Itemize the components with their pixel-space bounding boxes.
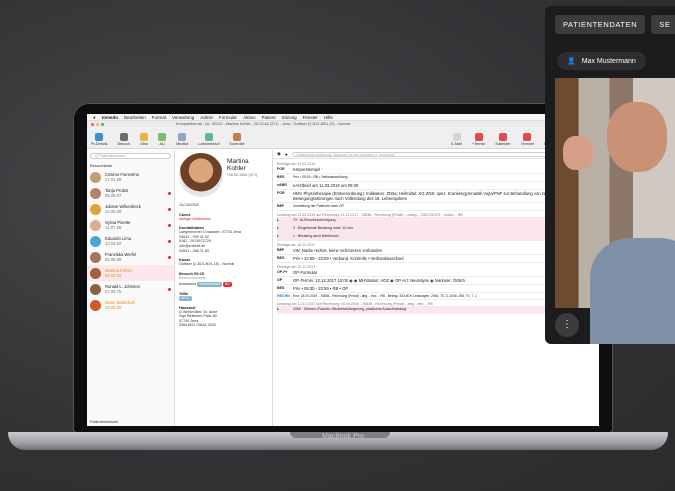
calendar-icon [499, 133, 508, 141]
apple-icon[interactable]: ● [93, 115, 96, 120]
patient-list-item[interactable]: Juliane Wilkenbeck 14.05.08 [87, 201, 174, 217]
gu-info: GU 05/2020 [179, 203, 199, 207]
team-badge: ARZT [179, 295, 192, 301]
avatar [90, 235, 101, 247]
toolbar-button[interactable]: Labomerlauf [198, 133, 220, 146]
more-options-icon[interactable]: ⋮ [555, 313, 579, 337]
practitioner-badge: BD [222, 282, 232, 287]
menu-item[interactable]: Bearbeiten [124, 115, 146, 120]
insurance-value: Gottiser (2,30/1,80/1,15) - Normal [179, 262, 235, 267]
au-icon [158, 133, 167, 141]
toolbar-button[interactable]: AU [158, 133, 167, 146]
visit-note[interactable]: Besuchshinweis [179, 276, 268, 281]
window-title: Kompaktformat - Nr.: 30120 - Martina Koh… [176, 122, 351, 126]
avatar [90, 251, 101, 263]
status-dot [168, 207, 171, 211]
patient-list-item[interactable]: Marie Ballschuß 26.03.80 [87, 297, 174, 313]
medication-icon [178, 133, 187, 141]
status-dot [168, 191, 171, 195]
toolbar-button[interactable]: Medika [176, 133, 188, 146]
menu-item[interactable]: Admin [200, 115, 213, 120]
toolbar-button[interactable]: Kalender [496, 133, 511, 146]
status-dot [168, 287, 171, 291]
toolbar: Pt-Details Besuch Obw AU Medika Labomerl… [87, 127, 599, 149]
patient-name: Martina Kohler *26.02.1982 (37J) [227, 158, 258, 177]
mic-icon[interactable]: ● [285, 152, 288, 157]
appointment-status: Anwesend Sofortaktivität BD [179, 282, 232, 287]
avatar [90, 187, 101, 199]
caller-face [607, 102, 667, 172]
patient-detail-panel: Martina Kohler *26.02.1982 (37J) GU 05/2… [175, 150, 273, 426]
toolbar-button[interactable]: +Termin [472, 133, 486, 146]
appointments-icon [523, 133, 532, 141]
patient-dob: *26.02.1982 (37J) [227, 173, 258, 177]
avatar [90, 299, 101, 311]
caller-body [590, 238, 675, 344]
laptop-screen: ● tomedo Bearbeiten Format Verwaltung Ad… [87, 114, 599, 426]
device-label: MacBook Pro [321, 433, 365, 440]
menu-item[interactable]: Verwaltung [172, 115, 194, 120]
journal-entry-input[interactable]: Karteieintrag verfassung, Diagnose etc h… [291, 151, 567, 157]
patient-list-item[interactable]: Ronald L. Johnson 07.09.75 [87, 281, 174, 297]
visit-list-panel: Q Patientensuche Besuchsliste Cosimo Fio… [87, 150, 175, 426]
avatar [90, 203, 101, 215]
menu-item[interactable]: Formular [219, 115, 237, 120]
mail-icon [452, 133, 461, 141]
caller-chip: 👤 Max Mustermann [557, 52, 646, 70]
lab-icon [204, 133, 213, 141]
person-icon [95, 133, 104, 141]
camera-icon[interactable]: ◉ [277, 151, 281, 157]
control-icon [233, 133, 241, 141]
patient-search-input[interactable]: Q Patientensuche [90, 153, 171, 159]
patient-list-item[interactable]: Tanja Probst 05.06.87 [87, 185, 174, 201]
patient-history-link[interactable]: Patientenhistorie [87, 420, 118, 424]
minimize-window-icon[interactable] [96, 122, 99, 126]
status-dot [168, 239, 171, 243]
caller-hand [563, 136, 593, 170]
zoom-window-icon[interactable] [101, 122, 104, 126]
menu-item[interactable]: Aktion [243, 115, 256, 120]
caves-value: Allergie Mokknüsen [179, 216, 212, 221]
status-dot [168, 255, 171, 259]
immediate-activity-button[interactable]: Sofortaktivität [197, 282, 222, 287]
menu-item[interactable]: Sitzung [282, 115, 297, 120]
patient-list-item[interactable]: Sylvia Pinette 14.07.66 [87, 217, 174, 233]
person-icon: 👤 [567, 58, 576, 65]
caller-name: Max Mustermann [581, 57, 636, 65]
fax: 03641 - 268 71 83 [179, 248, 209, 253]
menu-item[interactable]: Format [152, 115, 166, 120]
avatar [90, 171, 101, 183]
toolbar-button[interactable]: Termine [521, 133, 534, 146]
close-window-icon[interactable] [91, 122, 94, 126]
obw-icon [140, 133, 149, 141]
menu-item[interactable]: Fenster [303, 115, 318, 120]
visit-list-header: Besuchsliste [90, 163, 113, 168]
avatar [90, 219, 101, 231]
patient-list-item[interactable]: Franziska Werfel 05.06.89 [87, 249, 174, 265]
patient-list-item[interactable]: Eduardo Lima 13.04.92 [87, 233, 174, 249]
tab-patient-data[interactable]: PATIENTENDATEN [555, 15, 646, 34]
visit-icon [119, 133, 128, 141]
toolbar-button[interactable]: E-Mail [451, 133, 462, 146]
menu-item[interactable]: Patient [262, 115, 276, 120]
toolbar-button[interactable]: Kontrolle [230, 133, 245, 146]
status-dot [168, 223, 171, 227]
menubar: ● tomedo Bearbeiten Format Verwaltung Ad… [87, 114, 599, 121]
avatar [90, 267, 101, 279]
menu-item[interactable]: Hilfe [324, 115, 333, 120]
tab-second[interactable]: SE [651, 15, 675, 34]
toolbar-button[interactable]: Obw [140, 133, 149, 146]
video-call-window: PATIENTENDATEN SE 👤 Max Mustermann ⋮ [545, 6, 675, 344]
toolbar-button[interactable]: Besuch [117, 133, 130, 146]
patient-list-item[interactable]: Cosimo Fiorentino 17.01.89 [87, 169, 174, 185]
menu-app[interactable]: tomedo [102, 115, 118, 120]
avatar [90, 283, 101, 295]
patient-list-item-selected[interactable]: Martina Kohler 26.02.82 [87, 265, 174, 281]
toolbar-button[interactable]: Pt-Details [91, 133, 107, 146]
patient-photo [179, 153, 223, 197]
add-appointment-icon [474, 133, 483, 141]
gp-phone: 03641521 03641 3242 [179, 323, 216, 328]
